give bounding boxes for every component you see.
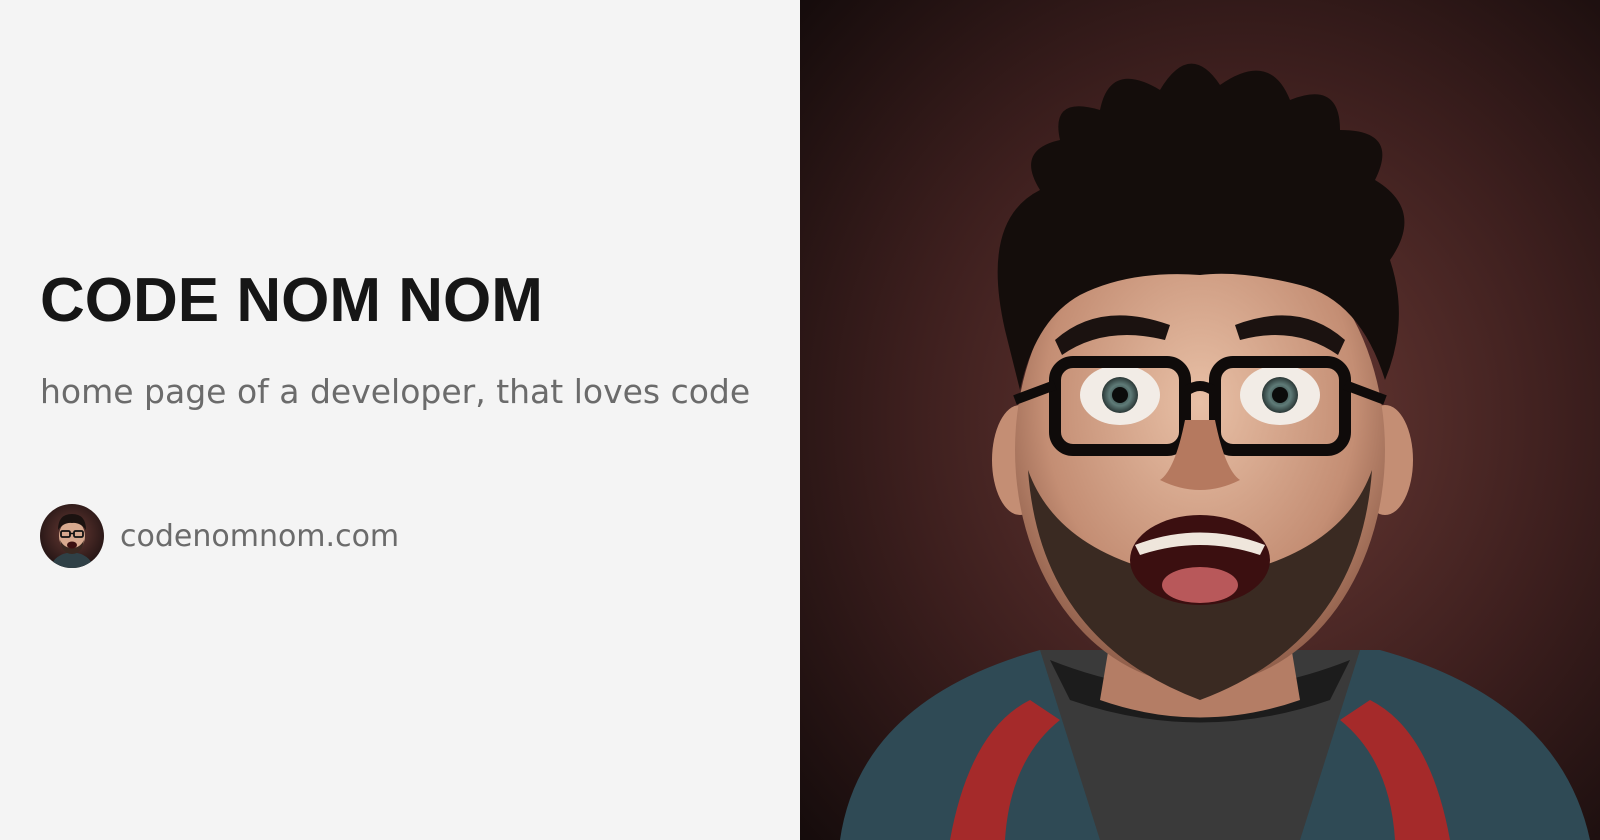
excited-developer-portrait [800, 0, 1600, 840]
site-tagline: home page of a developer, that loves cod… [40, 372, 751, 411]
site-url[interactable]: codenomnom.com [120, 519, 399, 554]
text-panel: CODE NOM NOM home page of a developer, t… [0, 0, 800, 840]
developer-avatar [40, 504, 104, 568]
site-title: CODE NOM NOM [40, 266, 543, 335]
og-card: CODE NOM NOM home page of a developer, t… [0, 0, 1600, 840]
site-link[interactable]: codenomnom.com [40, 504, 399, 568]
hero-image [800, 0, 1600, 840]
